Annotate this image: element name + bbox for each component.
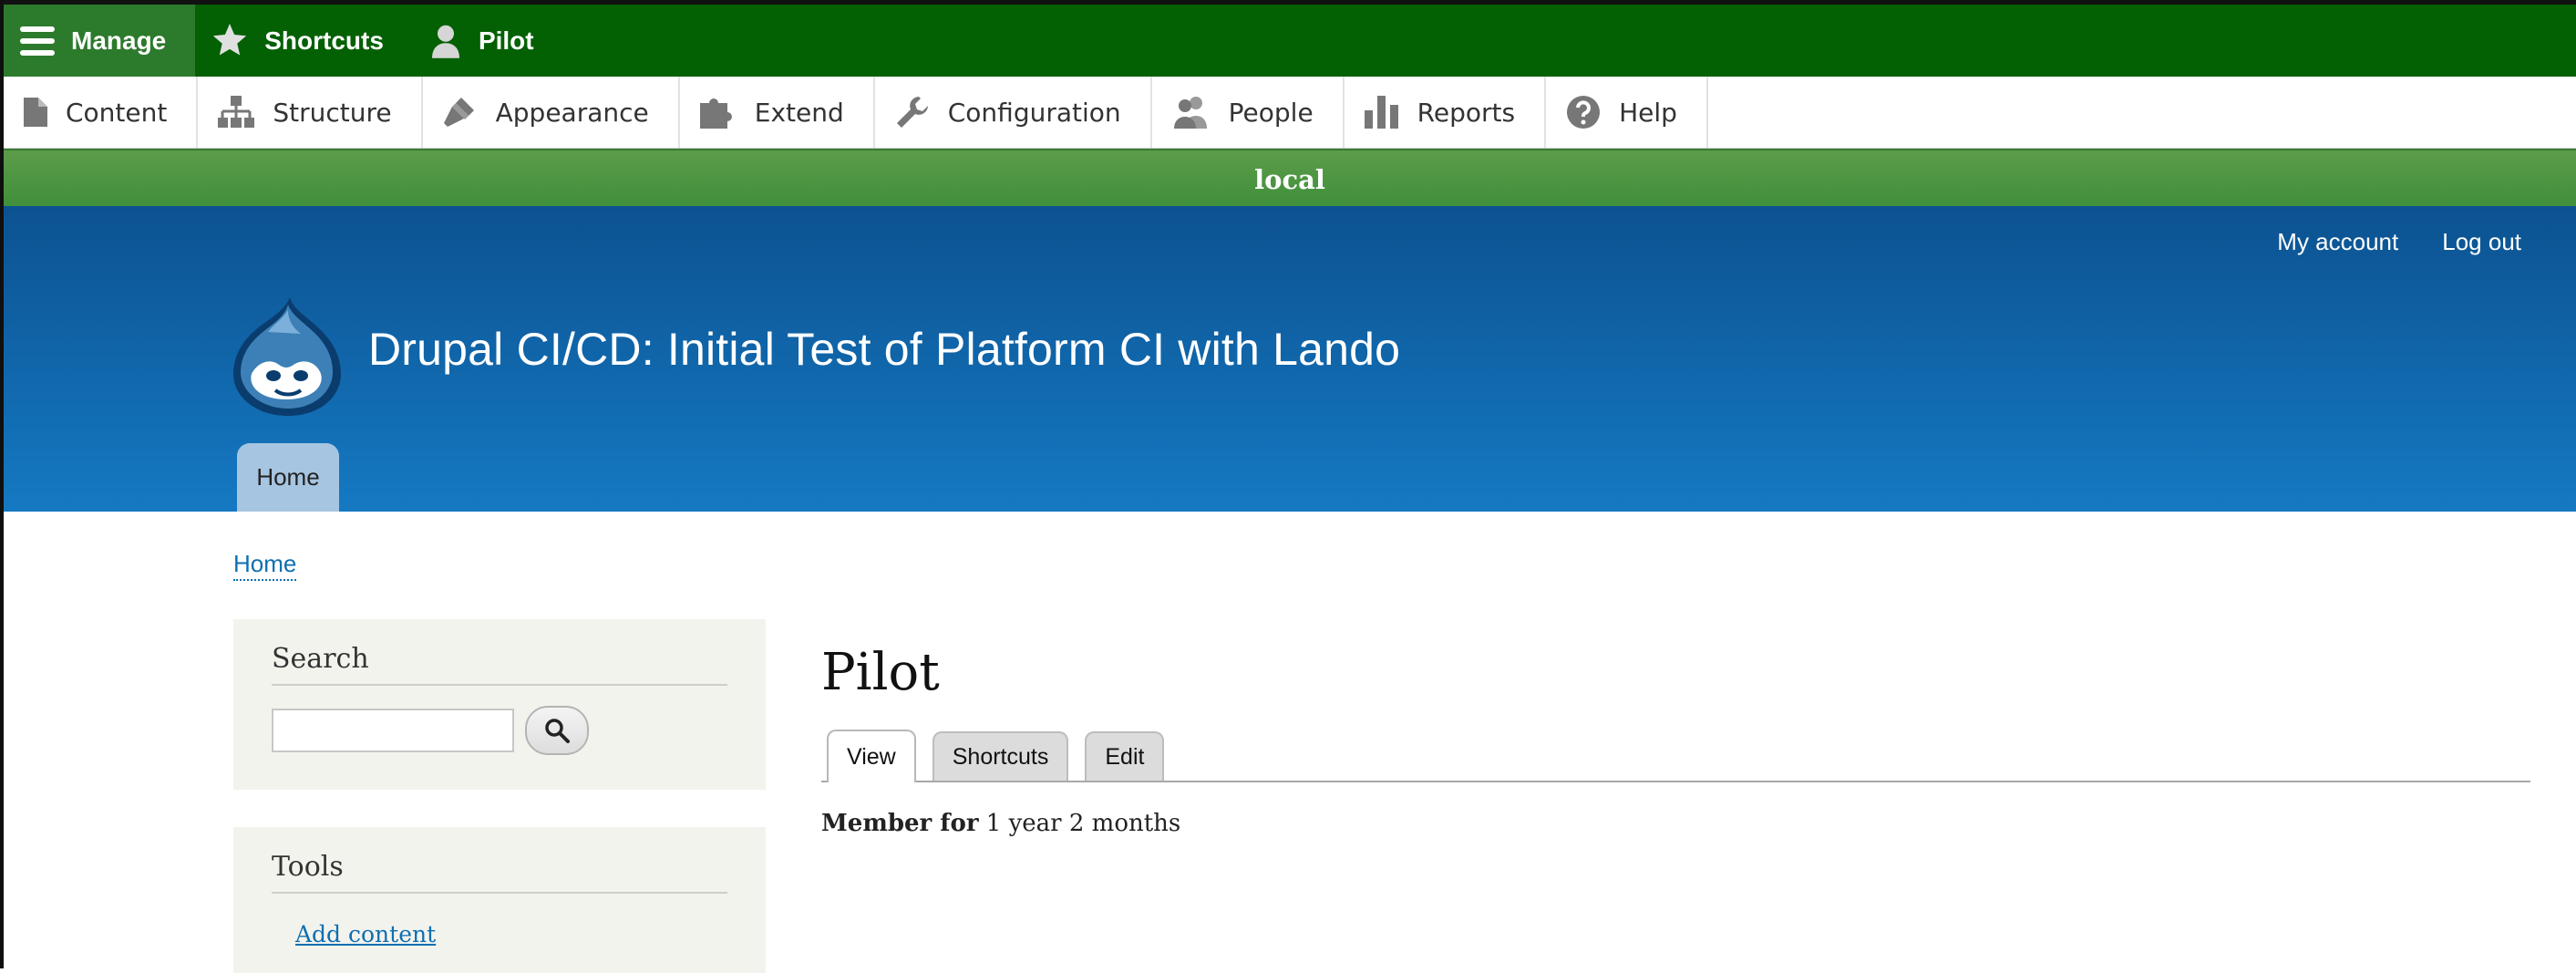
menu-item-people[interactable]: People — [1152, 77, 1345, 148]
menu-item-label: People — [1228, 97, 1314, 128]
my-account-link[interactable]: My account — [2277, 228, 2398, 256]
breadcrumb-home-link[interactable]: Home — [233, 550, 297, 581]
site-name[interactable]: Drupal CI/CD: Initial Test of Platform C… — [368, 323, 1400, 376]
page-title: Pilot — [821, 643, 940, 702]
menu-item-label: Content — [66, 97, 168, 128]
toolbar-tab-shortcuts[interactable]: Shortcuts — [195, 5, 413, 77]
menu-item-reports[interactable]: Reports — [1345, 77, 1547, 148]
toolbar-tab-manage[interactable]: Manage — [4, 5, 196, 77]
toolbar-tab-user[interactable]: Pilot — [413, 5, 563, 77]
secondary-menu: My account Log out — [2277, 228, 2521, 256]
menu-item-help[interactable]: Help — [1546, 77, 1708, 148]
tools-block: Tools Add content — [233, 827, 766, 973]
environment-indicator: local — [4, 149, 2576, 208]
menu-item-label: Configuration — [947, 97, 1121, 128]
sitemap-icon — [218, 96, 255, 128]
menu-item-configuration[interactable]: Configuration — [875, 77, 1152, 148]
search-button[interactable] — [525, 706, 589, 755]
toolbar-tab-label: Manage — [71, 26, 167, 55]
help-icon — [1567, 96, 1601, 129]
menu-item-appearance[interactable]: Appearance — [423, 77, 680, 148]
tab-view[interactable]: View — [827, 730, 916, 782]
primary-tab-home[interactable]: Home — [237, 443, 339, 512]
member-for-label: Member for — [821, 810, 979, 837]
people-icon — [1173, 97, 1207, 129]
search-form — [272, 706, 727, 755]
user-icon — [431, 25, 459, 58]
file-icon — [24, 98, 47, 127]
search-icon — [545, 719, 570, 743]
menu-item-content[interactable]: Content — [4, 77, 199, 148]
wrench-icon — [896, 97, 928, 128]
tools-block-title: Tools — [272, 851, 727, 894]
admin-toolbar: Manage Shortcuts Pilot — [4, 5, 2576, 77]
environment-label: local — [1254, 163, 1325, 195]
member-for-value: 1 year 2 months — [985, 810, 1181, 837]
toolbar-tab-label: Pilot — [478, 26, 534, 55]
menu-item-extend[interactable]: Extend — [680, 77, 875, 148]
menu-item-label: Structure — [273, 97, 392, 128]
hamburger-icon — [20, 26, 55, 56]
bar-chart-icon — [1364, 96, 1398, 129]
menu-item-label: Appearance — [495, 97, 649, 128]
search-block-title: Search — [272, 643, 727, 686]
star-icon — [213, 23, 247, 56]
paintbrush-icon — [443, 98, 474, 127]
puzzle-icon — [699, 98, 732, 129]
search-block: Search — [233, 619, 766, 790]
menu-item-structure[interactable]: Structure — [198, 77, 423, 148]
drupal-logo-icon[interactable] — [232, 295, 343, 418]
menu-item-label: Reports — [1417, 97, 1516, 128]
log-out-link[interactable]: Log out — [2442, 228, 2521, 256]
admin-menu-tray: Content Structure Appearance Extend Conf… — [4, 77, 2576, 149]
site-header: My account Log out Drupal CI/CD: Initial… — [4, 206, 2576, 512]
tab-shortcuts[interactable]: Shortcuts — [932, 731, 1069, 781]
toolbar-tab-label: Shortcuts — [264, 26, 384, 55]
tab-edit[interactable]: Edit — [1085, 731, 1165, 781]
menu-item-label: Extend — [754, 97, 844, 128]
search-input[interactable] — [272, 709, 514, 752]
add-content-link[interactable]: Add content — [295, 921, 436, 947]
local-tasks-tabs: View Shortcuts Edit — [821, 730, 2530, 782]
menu-item-label: Help — [1619, 97, 1677, 128]
member-for-field: Member for 1 year 2 months — [821, 810, 1180, 837]
